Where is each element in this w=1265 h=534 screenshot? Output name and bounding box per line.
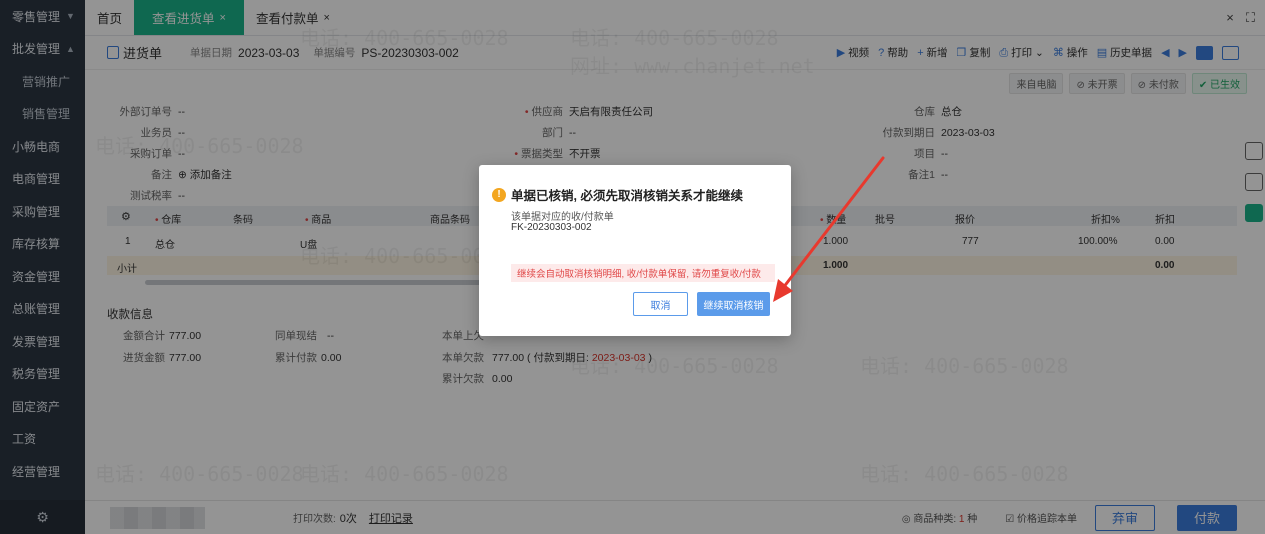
warning-icon: !	[492, 187, 506, 202]
dialog-alert: 继续会自动取消核销明细, 收/付款单保留, 请勿重复收/付款	[511, 264, 775, 282]
continue-cancel-writeoff-button[interactable]: 继续取消核销	[697, 292, 770, 316]
cancel-button[interactable]: 取消	[633, 292, 688, 316]
writeoff-dialog: ! 单据已核销, 必须先取消核销关系才能继续 该单据对应的收/付款单 FK-202…	[479, 165, 791, 336]
dialog-desc: 该单据对应的收/付款单	[511, 212, 614, 223]
dialog-title: ! 单据已核销, 必须先取消核销关系才能继续	[492, 185, 743, 204]
dialog-code: FK-20230303-002	[511, 222, 592, 233]
